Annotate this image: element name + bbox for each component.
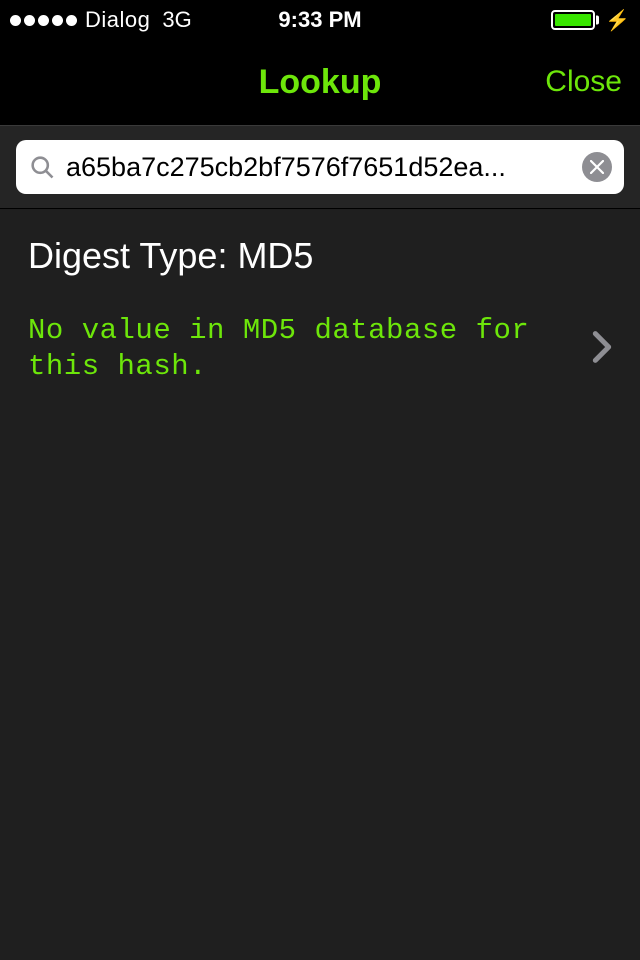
search-value: a65ba7c275cb2bf7576f7651d52ea...	[66, 154, 572, 181]
result-message: No value in MD5 database for this hash.	[28, 313, 572, 386]
result-row[interactable]: No value in MD5 database for this hash.	[28, 313, 612, 386]
status-right: ⚡	[551, 8, 630, 33]
search-input[interactable]: a65ba7c275cb2bf7576f7651d52ea...	[16, 140, 624, 194]
carrier-label: Dialog	[85, 7, 150, 33]
charging-icon: ⚡	[605, 8, 630, 33]
navigation-bar: Lookup Close	[0, 40, 640, 125]
clear-search-button[interactable]	[582, 152, 612, 182]
close-button[interactable]: Close	[545, 65, 622, 99]
network-type-label: 3G	[162, 7, 191, 33]
digest-type-heading: Digest Type: MD5	[28, 235, 612, 277]
status-left: Dialog 3G	[10, 7, 192, 33]
search-icon	[28, 153, 56, 181]
chevron-right-icon	[592, 330, 612, 369]
page-title: Lookup	[259, 63, 382, 102]
results-content: Digest Type: MD5 No value in MD5 databas…	[0, 209, 640, 960]
battery-icon	[551, 10, 595, 30]
status-bar: Dialog 3G 9:33 PM ⚡	[0, 0, 640, 40]
search-bar-container: a65ba7c275cb2bf7576f7651d52ea...	[0, 125, 640, 209]
clock-label: 9:33 PM	[278, 7, 361, 33]
signal-strength-icon	[10, 15, 77, 26]
close-icon	[590, 160, 604, 174]
